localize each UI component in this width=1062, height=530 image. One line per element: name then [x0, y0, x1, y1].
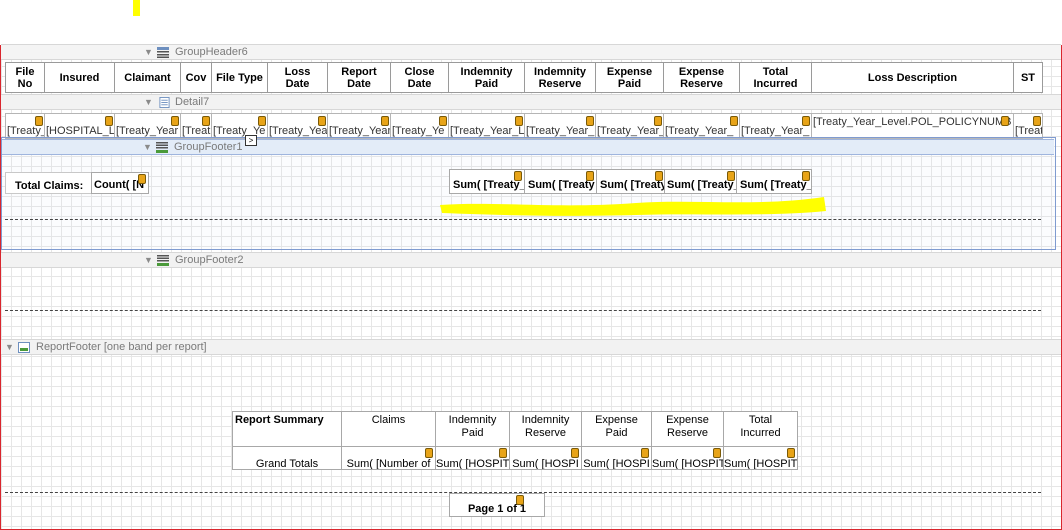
- page-break-line: [5, 219, 1041, 220]
- grand-total-claims[interactable]: Sum( [Number of: [341, 446, 436, 470]
- database-field-icon: [425, 448, 433, 458]
- header-insured[interactable]: Insured: [44, 62, 115, 93]
- header-cov[interactable]: Cov: [180, 62, 212, 93]
- header-expense-reserve[interactable]: Expense Reserve: [663, 62, 740, 93]
- band-report-footer[interactable]: ▼ ReportFooter [one band per report]: [1, 339, 1061, 355]
- database-field-icon: [586, 171, 594, 181]
- database-field-icon: [439, 116, 447, 126]
- band-label: Detail7: [175, 96, 210, 108]
- database-field-icon: [586, 116, 594, 126]
- collapse-arrow-icon[interactable]: ▼: [144, 95, 153, 109]
- header-close-date[interactable]: Close Date: [390, 62, 449, 93]
- database-field-icon: [318, 116, 326, 126]
- database-field-icon: [499, 448, 507, 458]
- database-field-icon: [138, 174, 146, 184]
- database-field-icon: [1001, 116, 1009, 126]
- header-loss-description[interactable]: Loss Description: [811, 62, 1014, 93]
- database-field-icon: [641, 448, 649, 458]
- database-field-icon: [516, 495, 524, 505]
- collapse-arrow-icon[interactable]: ▼: [5, 340, 14, 354]
- database-field-icon: [1033, 116, 1041, 126]
- database-field-icon: [381, 116, 389, 126]
- database-field-icon: [258, 116, 266, 126]
- database-field-icon: [515, 116, 523, 126]
- header-file-no[interactable]: File No: [5, 62, 45, 93]
- detail-cell-indemnity-paid[interactable]: [Treaty_Year_L: [448, 113, 525, 139]
- database-field-icon: [787, 448, 795, 458]
- summary-header-total-incurred[interactable]: Total Incurred: [723, 411, 798, 447]
- highlight-annotation: [440, 197, 826, 216]
- database-field-icon: [35, 116, 43, 126]
- database-field-icon: [514, 171, 522, 181]
- highlight-marker-top: [133, 0, 140, 16]
- band-label: GroupFooter1: [174, 141, 243, 153]
- group-footer-icon: [157, 255, 169, 266]
- band-detail7[interactable]: ▼ Detail7: [1, 94, 1061, 110]
- database-field-icon: [654, 116, 662, 126]
- band-label: GroupHeader6: [175, 46, 248, 58]
- total-claims-label[interactable]: Total Claims:: [5, 172, 92, 194]
- collapse-arrow-icon[interactable]: ▼: [144, 253, 153, 267]
- report-footer-icon: [18, 342, 30, 353]
- database-field-icon: [802, 116, 810, 126]
- database-field-icon: [655, 171, 663, 181]
- database-field-icon: [802, 171, 810, 181]
- summary-header-claims[interactable]: Claims: [341, 411, 436, 447]
- header-indemnity-paid[interactable]: Indemnity Paid: [448, 62, 525, 93]
- header-file-type[interactable]: File Type: [211, 62, 268, 93]
- detail-cell-expense-reserve[interactable]: [Treaty_Year_: [663, 113, 740, 139]
- database-field-icon: [171, 116, 179, 126]
- smart-tag-button[interactable]: >: [245, 135, 257, 146]
- database-field-icon: [730, 116, 738, 126]
- detail-band-icon: [159, 97, 170, 108]
- header-loss-date[interactable]: Loss Date: [267, 62, 328, 93]
- band-group-footer2[interactable]: ▼ GroupFooter2: [1, 252, 1061, 268]
- database-field-icon: [571, 448, 579, 458]
- band-label: ReportFooter [one band per report]: [36, 341, 207, 353]
- summary-header-indemnity-paid[interactable]: Indemnity Paid: [435, 411, 510, 447]
- page-number-label[interactable]: Page 1 of 1: [449, 493, 545, 517]
- header-expense-paid[interactable]: Expense Paid: [595, 62, 664, 93]
- header-total-incurred[interactable]: Total Incurred: [739, 62, 812, 93]
- summary-header-indemnity-reserve[interactable]: Indemnity Reserve: [509, 411, 582, 447]
- sum-total-incurred[interactable]: Sum( [Treaty_: [736, 169, 812, 194]
- group-header-icon: [157, 47, 169, 58]
- page-break-line: [5, 310, 1041, 311]
- collapse-arrow-icon[interactable]: ▼: [144, 45, 153, 59]
- band-group-footer1[interactable]: ▼ GroupFooter1: [2, 139, 1054, 155]
- report-summary-title[interactable]: Report Summary: [232, 411, 342, 447]
- header-report-date[interactable]: Report Date: [327, 62, 391, 93]
- grand-totals-label[interactable]: Grand Totals: [232, 446, 342, 470]
- detail-cell-loss-description[interactable]: [Treaty_Year_Level.POL_POLICYNUMB: [811, 113, 1014, 139]
- header-st[interactable]: ST: [1013, 62, 1043, 93]
- band-label: GroupFooter2: [175, 254, 244, 266]
- summary-header-expense-paid[interactable]: Expense Paid: [581, 411, 652, 447]
- collapse-arrow-icon[interactable]: ▼: [143, 140, 152, 154]
- header-indemnity-reserve[interactable]: Indemnity Reserve: [524, 62, 596, 93]
- header-claimant[interactable]: Claimant: [114, 62, 181, 93]
- database-field-icon: [713, 448, 721, 458]
- database-field-icon: [202, 116, 210, 126]
- database-field-icon: [727, 171, 735, 181]
- database-field-icon: [105, 116, 113, 126]
- summary-header-expense-reserve[interactable]: Expense Reserve: [651, 411, 724, 447]
- band-group-header6[interactable]: ▼ GroupHeader6: [1, 44, 1061, 60]
- group-footer-icon: [156, 142, 168, 153]
